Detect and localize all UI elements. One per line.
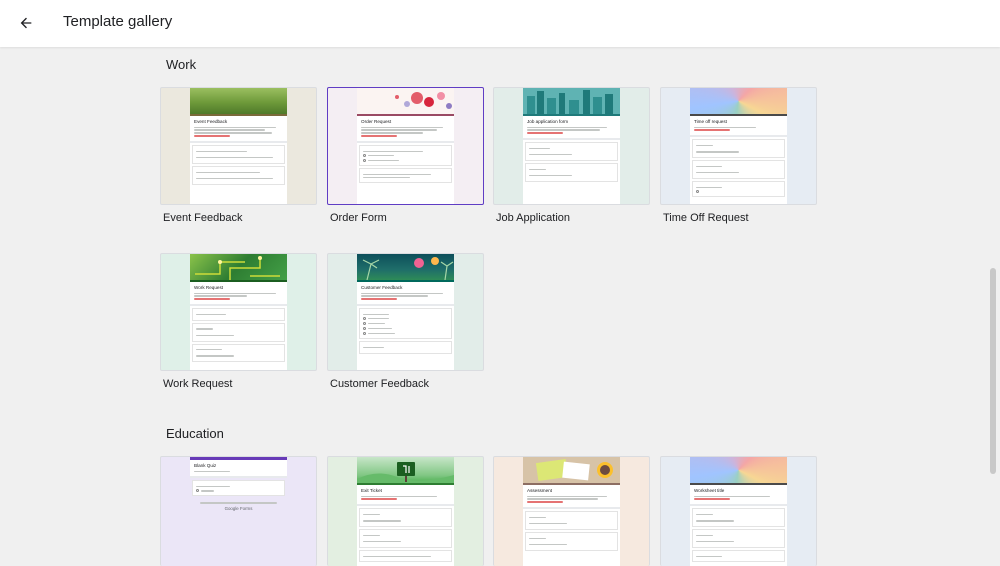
template-doc-title: Worksheet title — [694, 488, 725, 493]
back-button[interactable] — [12, 9, 40, 37]
template-card-order-form[interactable]: Order Request — [327, 87, 484, 205]
template-card-exit-ticket[interactable]: Exit Ticket — [327, 456, 484, 566]
template-label-customer-feedback[interactable]: Customer Feedback — [330, 378, 429, 390]
template-preview: Order Request — [357, 88, 454, 204]
template-label-order-form[interactable]: Order Form — [330, 212, 387, 224]
template-doc-title: Time off request — [694, 119, 727, 124]
template-preview: Customer Feedback — [357, 254, 454, 370]
template-card-job-application[interactable]: Job application form — [493, 87, 650, 205]
template-card-event-feedback[interactable]: Event Feedback — [160, 87, 317, 205]
vertical-scrollbar[interactable] — [990, 268, 996, 474]
template-doc-title: Job application form — [527, 119, 569, 124]
template-card-work-request[interactable]: Work Request — [160, 253, 317, 371]
template-label-job-application[interactable]: Job Application — [496, 212, 570, 224]
template-preview: Job application form — [523, 88, 620, 204]
template-doc-title: Exit Ticket — [361, 488, 382, 493]
google-forms-footer: Google Forms — [224, 505, 253, 511]
template-label-event-feedback[interactable]: Event Feedback — [163, 212, 243, 224]
arrow-back-icon — [20, 17, 32, 29]
circuit-banner — [195, 256, 280, 280]
skyline-banner — [527, 90, 613, 114]
template-label-work-request[interactable]: Work Request — [163, 378, 233, 390]
template-card-assessment[interactable]: Assessment — [493, 456, 650, 566]
palm-banner — [362, 257, 454, 281]
desk-banner — [535, 458, 613, 482]
template-card-worksheet[interactable]: Worksheet title — [660, 456, 817, 566]
template-preview: Blank Quiz Google Forms — [190, 457, 287, 566]
template-doc-title: Assessment — [527, 488, 553, 493]
section-title-education: Education — [166, 426, 224, 441]
template-doc-title: Order Request — [361, 119, 392, 124]
template-doc-title: Work Request — [194, 285, 224, 290]
template-card-blank-quiz[interactable]: Blank Quiz Google Forms — [160, 456, 317, 566]
section-title-work: Work — [166, 57, 197, 72]
template-doc-title: Customer Feedback — [361, 285, 403, 290]
exit-sign-banner — [357, 462, 454, 483]
template-preview: Assessment — [523, 457, 620, 566]
template-label-time-off-request[interactable]: Time Off Request — [663, 212, 749, 224]
template-preview: Time off request — [690, 88, 787, 204]
template-preview: Event Feedback — [190, 88, 287, 204]
template-card-time-off-request[interactable]: Time off request — [660, 87, 817, 205]
template-preview: Worksheet title — [690, 457, 787, 566]
top-app-bar: Template gallery — [0, 0, 1000, 47]
page-title: Template gallery — [63, 13, 173, 30]
template-preview: Exit Ticket — [357, 457, 454, 566]
template-doc-title: Blank Quiz — [194, 463, 217, 468]
template-doc-title: Event Feedback — [194, 119, 228, 124]
template-card-customer-feedback[interactable]: Customer Feedback — [327, 253, 484, 371]
floral-banner — [395, 92, 452, 109]
template-preview: Work Request — [190, 254, 287, 370]
